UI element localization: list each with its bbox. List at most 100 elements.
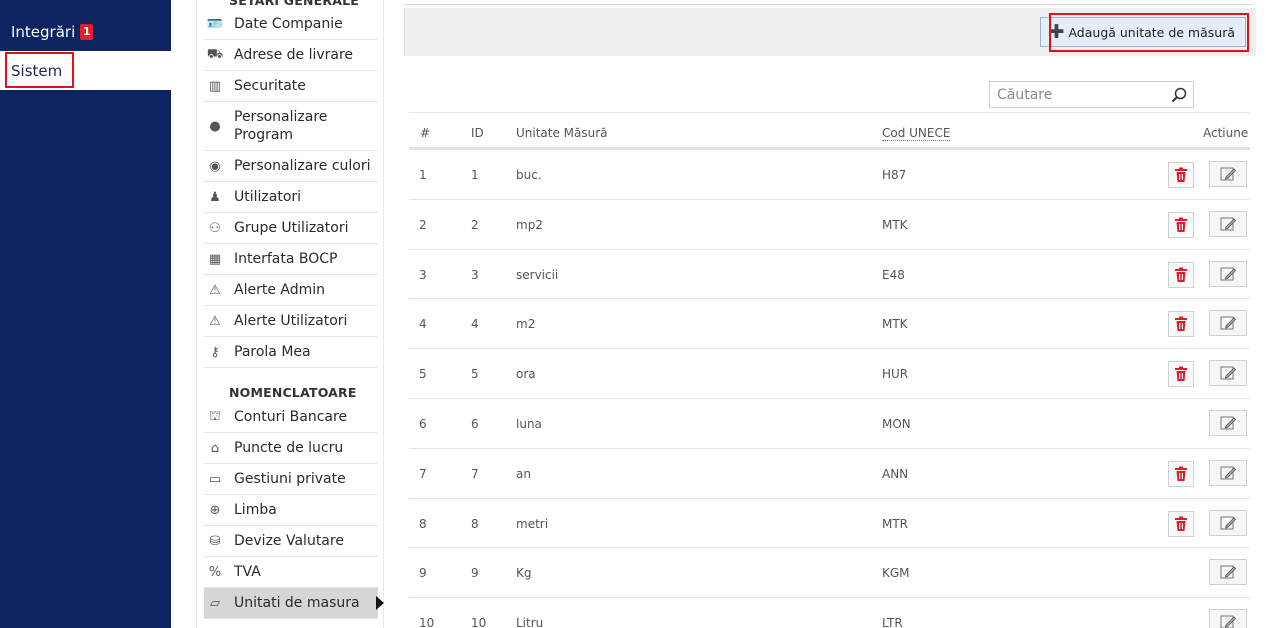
edit-icon — [1220, 516, 1237, 530]
table-row[interactable]: 6 6 luna MON — [409, 399, 1250, 449]
units-panel: ✚ Adaugă unitate de măsură # ID Unitate … — [404, 0, 1256, 628]
settings-item-label: Parola Mea — [234, 344, 311, 360]
unit-name: luna — [516, 416, 542, 431]
search-icon[interactable] — [1170, 86, 1188, 104]
row-index: 6 — [419, 416, 427, 431]
id-card-icon: 🪪 — [206, 16, 224, 32]
unece-code: E48 — [882, 267, 905, 282]
unece-code: HUR — [882, 367, 909, 382]
settings-item-label: Grupe Utilizatori — [234, 220, 349, 236]
settings-item[interactable]: ▦ Interfata BOCP — [204, 244, 378, 275]
edit-button[interactable] — [1209, 509, 1247, 536]
settings-item-label: Adrese de livrare — [234, 47, 354, 63]
settings-item-label: Personalizare culori — [234, 158, 371, 174]
table-row[interactable]: 7 7 an ANN — [409, 449, 1250, 499]
settings-item[interactable]: ⛟ Adrese de livrare — [204, 40, 378, 71]
delete-button[interactable] — [1168, 261, 1194, 288]
bank-icon: ⛫ — [209, 408, 221, 424]
edit-button[interactable] — [1209, 210, 1247, 237]
row-index: 3 — [419, 267, 427, 282]
settings-item[interactable]: % TVA — [204, 557, 378, 588]
edit-icon — [1220, 316, 1237, 330]
globe-icon: ⊕ — [209, 502, 221, 518]
unit-name: servicii — [516, 267, 559, 282]
edit-button[interactable] — [1209, 161, 1247, 187]
row-id: 5 — [471, 367, 479, 382]
table-row[interactable]: 3 3 servicii E48 — [409, 250, 1250, 300]
table-row[interactable]: 9 9 Kg KGM — [409, 548, 1250, 599]
settings-item[interactable]: ▱ Unitati de masura — [204, 588, 384, 619]
highlight-add-button — [1049, 13, 1249, 52]
settings-item[interactable]: ⚷ Parola Mea — [204, 337, 378, 368]
unece-code: MTK — [882, 317, 908, 332]
delete-button[interactable] — [1168, 460, 1194, 487]
edit-button[interactable] — [1209, 459, 1247, 486]
row-id: 3 — [471, 267, 479, 282]
table-row[interactable]: 4 4 m2 MTK — [409, 299, 1250, 350]
edit-icon — [1220, 167, 1237, 181]
settings-item[interactable]: ● Personalizare Program — [204, 102, 378, 151]
delete-button[interactable] — [1168, 162, 1194, 188]
edit-button[interactable] — [1209, 260, 1247, 287]
settings-item-label: Unitati de masura — [234, 595, 360, 611]
house-icon: ⌂ — [210, 440, 220, 456]
settings-item[interactable]: ⌂ Puncte de lucru — [204, 433, 378, 464]
delete-button[interactable] — [1168, 361, 1194, 388]
delete-button[interactable] — [1168, 510, 1194, 537]
row-index: 8 — [419, 516, 427, 531]
edit-icon — [1220, 217, 1237, 231]
delete-button[interactable] — [1168, 211, 1194, 238]
settings-item-label: Utilizatori — [234, 189, 302, 205]
row-id: 10 — [471, 616, 487, 628]
col-header-index[interactable]: # — [420, 126, 430, 140]
edit-icon — [1220, 366, 1237, 380]
edit-icon — [1220, 267, 1237, 281]
settings-item[interactable]: ⚠ Alerte Admin — [204, 275, 378, 306]
table-row[interactable]: 1 1 buc. H87 — [409, 150, 1250, 200]
unece-code: MON — [882, 416, 911, 431]
settings-item-label: Interfata BOCP — [234, 251, 338, 267]
settings-item[interactable]: ⛁ Devize Valutare — [204, 526, 378, 557]
settings-item-label: Alerte Admin — [234, 282, 326, 298]
settings-item[interactable]: ▥ Securitate — [204, 71, 378, 102]
search-input[interactable] — [997, 86, 1167, 103]
row-index: 10 — [419, 616, 435, 628]
row-id: 8 — [471, 516, 479, 531]
trash-icon — [1175, 466, 1187, 481]
row-index: 5 — [419, 367, 427, 382]
percent-icon: % — [208, 564, 222, 580]
truck-icon: ⛟ — [206, 46, 224, 62]
row-index: 7 — [419, 466, 427, 481]
delete-button[interactable] — [1168, 311, 1194, 338]
col-header-unece[interactable]: Cod UNECE — [882, 126, 951, 141]
section-title-general: SETARI GENERALE — [229, 0, 360, 8]
settings-item[interactable]: ⚇ Grupe Utilizatori — [204, 213, 378, 244]
edit-button[interactable] — [1209, 310, 1247, 337]
edit-button[interactable] — [1209, 409, 1247, 436]
table-row[interactable]: 8 8 metri MTR — [409, 499, 1250, 549]
settings-item[interactable]: 🪪 Date Companie — [204, 9, 378, 40]
nav-item-integrari[interactable]: Integrări 1 — [0, 13, 171, 51]
app-root: Integrări 1 Sistem SETARI GENERALE 🪪 Date … — [0, 0, 1266, 628]
row-id: 1 — [471, 168, 479, 182]
settings-item[interactable]: ▭ Gestiuni private — [204, 464, 378, 495]
table-row[interactable]: 5 5 ora HUR — [409, 349, 1250, 399]
table-row[interactable]: 2 2 mp2 MTK — [409, 200, 1250, 250]
edit-icon — [1220, 565, 1237, 579]
settings-item[interactable]: ◉ Personalizare culori — [204, 151, 378, 182]
settings-item[interactable]: ⊕ Limba — [204, 495, 378, 526]
unit-name: buc. — [516, 168, 542, 182]
trash-icon — [1175, 267, 1187, 282]
settings-item[interactable]: ⚠ Alerte Utilizatori — [204, 306, 378, 337]
col-header-id[interactable]: ID — [471, 126, 484, 140]
edit-icon — [1220, 416, 1237, 430]
settings-item[interactable]: ⛫ Conturi Bancare — [204, 402, 378, 433]
edit-button[interactable] — [1209, 360, 1247, 387]
col-header-unit[interactable]: Unitate Măsură — [516, 126, 608, 140]
edit-button[interactable] — [1209, 559, 1247, 586]
table-header: # ID Unitate Măsură Cod UNECE Actiune — [409, 112, 1250, 150]
highlight-sistem — [5, 52, 74, 88]
settings-item[interactable]: ♟ Utilizatori — [204, 182, 378, 213]
edit-button[interactable] — [1209, 609, 1247, 628]
table-row[interactable]: 10 10 Litru LTR — [409, 598, 1250, 628]
